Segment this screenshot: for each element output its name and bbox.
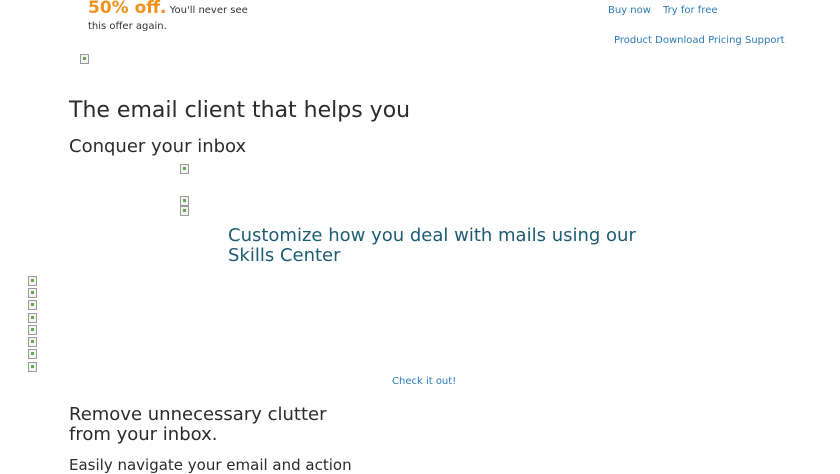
skill-broken-image-icon bbox=[28, 313, 37, 323]
nav-item-pricing[interactable]: Pricing bbox=[708, 35, 742, 46]
promo-banner: 50% off. You'll never see this offer aga… bbox=[88, 0, 258, 35]
promo-text-line2: this offer again. bbox=[88, 21, 167, 32]
skill-broken-image-icon bbox=[28, 362, 37, 372]
skill-broken-image-icon bbox=[28, 276, 37, 286]
check-it-out-link[interactable]: Check it out! bbox=[392, 376, 456, 387]
clutter-heading: Remove unnecessary clutter from your inb… bbox=[69, 404, 327, 445]
skill-broken-image-icon bbox=[28, 337, 37, 347]
hero-broken-image-icon bbox=[180, 164, 189, 174]
feature-broken-image-icon bbox=[180, 196, 189, 206]
nav-item-support[interactable]: Support bbox=[745, 35, 785, 46]
promo-highlight: 50% off. bbox=[88, 0, 167, 18]
nav-item-download[interactable]: Download bbox=[655, 35, 705, 46]
hero-subtitle: Conquer your inbox bbox=[69, 136, 247, 157]
skills-center-heading: Customize how you deal with mails using … bbox=[228, 225, 636, 266]
skill-broken-image-icon bbox=[28, 349, 37, 359]
skill-broken-image-icon bbox=[28, 325, 37, 335]
buy-now-link[interactable]: Buy now bbox=[608, 5, 651, 16]
feature-broken-image-icon bbox=[180, 206, 189, 216]
main-nav: Product Download Pricing Support bbox=[614, 35, 785, 46]
logo-broken-image-icon bbox=[80, 54, 89, 64]
skill-broken-image-icon bbox=[28, 288, 37, 298]
hero-title: The email client that helps you bbox=[69, 98, 411, 123]
promo-text-line1: You'll never see bbox=[169, 5, 248, 16]
buy-now-label: Buy now bbox=[608, 5, 651, 16]
navigate-heading: Easily navigate your email and action bbox=[69, 456, 352, 474]
skill-broken-image-icon bbox=[28, 300, 37, 310]
nav-item-product[interactable]: Product bbox=[614, 35, 652, 46]
try-for-free-label: Try for free bbox=[663, 5, 718, 16]
try-for-free-link[interactable]: Try for free bbox=[663, 5, 718, 16]
